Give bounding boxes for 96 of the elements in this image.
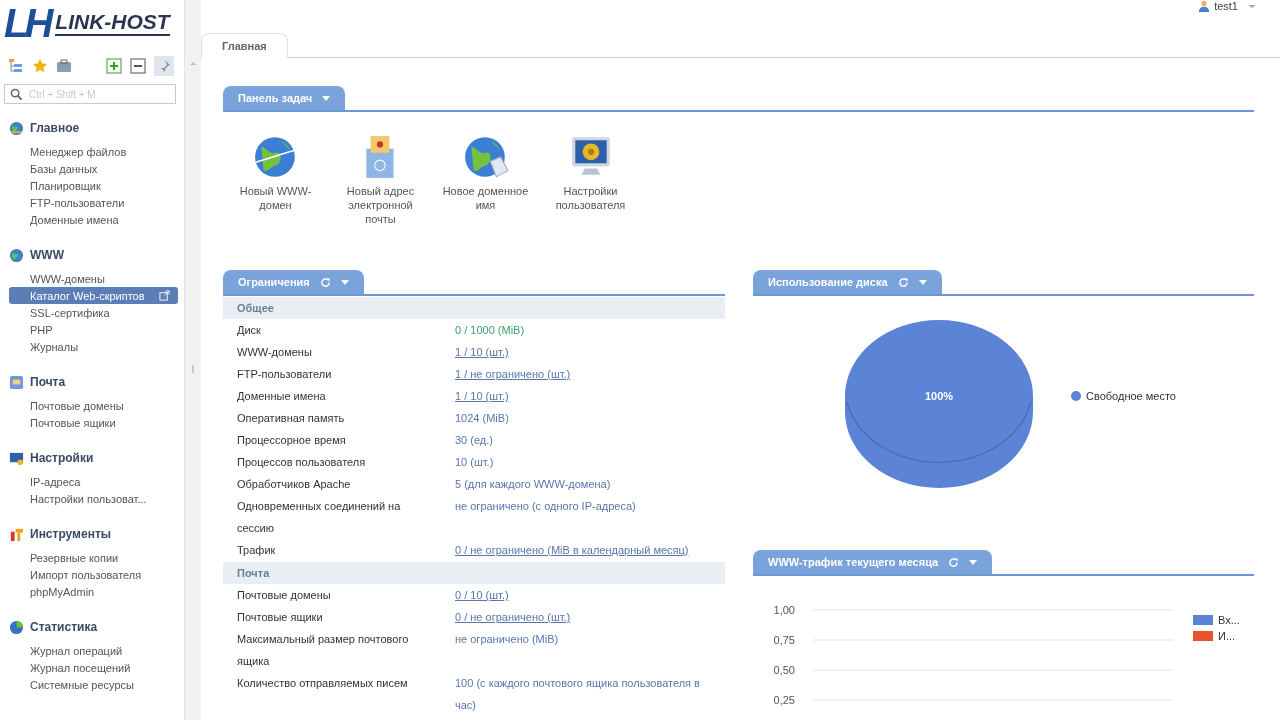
search-icon [10,88,23,101]
collapse-icon[interactable] [130,58,146,74]
limit-label: Оперативная память [237,411,346,426]
user-icon [1198,0,1211,12]
sidebar-item[interactable]: Базы данных [9,160,178,177]
limit-link[interactable]: 0 / 10 (шт.) [455,584,711,606]
globe-icon [9,120,24,136]
star-icon[interactable] [32,58,48,74]
limit-link[interactable]: 1 / 10 (шт.) [455,385,711,407]
y-tick-label: 0,50 [773,664,795,676]
sidebar-item[interactable]: PHP [9,321,178,338]
task-label[interactable]: Новый адрес электронной почты [336,184,425,226]
limit-label: Процессов пользователя [237,455,367,470]
limit-label: Доменные имена [237,389,327,404]
sidebar-item[interactable]: Планировщик [9,177,178,194]
section-header: Общее [223,297,725,319]
sidebar-item[interactable]: Журнал операций [9,642,178,659]
limit-label: FTP-пользователи [237,367,333,382]
refresh-icon[interactable] [948,556,960,568]
sidebar-item[interactable]: Почтовые домены [9,397,178,414]
sidebar-group-title[interactable]: Инструменты [30,527,112,541]
sidebar-group-title[interactable]: Почта [30,375,66,389]
y-tick-label: 1,00 [773,604,795,616]
expand-icon[interactable] [106,58,122,74]
y-tick-label: 0,75 [773,634,795,646]
limit-label: Процессорное время [237,433,347,448]
logo-text: LINK-HOST [55,10,170,36]
limit-label: Почтовые ящики [237,610,324,625]
mailbox-icon [9,374,24,390]
limit-value: 30 (ед.) [455,433,494,448]
tools-icon [9,526,24,542]
limit-value: 5 (для каждого WWW-домена) [455,477,612,492]
limit-link[interactable]: 1 / 10 (шт.) [455,341,711,363]
legend-label: Вх... [1218,614,1240,626]
logo-mark: LH [4,0,50,46]
limit-value: не ограничено (MiB) [455,632,560,647]
refresh-icon[interactable] [897,276,909,288]
sidebar-group-title[interactable]: Настройки [30,451,94,465]
section-header: Почта [223,562,725,584]
caret-icon [1248,4,1256,8]
limit-label: Трафик [237,543,277,558]
sidebar-item[interactable]: Журнал посещений [9,659,178,676]
sidebar-item[interactable]: phpMyAdmin [9,583,178,600]
sidebar-item[interactable]: Резервные копии [9,549,178,566]
sidebar-item[interactable]: Доменные имена [9,211,178,228]
limit-label: Количество отправляемых писем [237,676,409,691]
legend-label: Свободное место [1086,390,1176,402]
limit-label: Максимальный размер почтового ящика [237,632,410,669]
limit-link[interactable]: 1 / не ограничено (шт.) [455,363,711,385]
tree-icon[interactable] [8,58,24,74]
tab[interactable]: Главная [201,33,288,58]
sidebar-group-title[interactable]: Главное [30,121,80,135]
sidebar-item[interactable]: Импорт пользователя [9,566,178,583]
limit-value: 100 (с каждого почтового ящика пользователя в час) [455,676,701,713]
sidebar-item[interactable]: Почтовые ящики [9,414,178,431]
limit-value: 10 (шт.) [455,455,495,470]
limit-value: 1024 (MiB) [455,411,510,426]
briefcase-icon[interactable] [56,58,72,74]
y-tick-label: 0,25 [773,694,795,706]
refresh-icon[interactable] [319,276,331,288]
caret-icon [322,95,331,101]
user-menu[interactable]: test1 [1198,0,1256,12]
limit-label: Обработчиков Apache [237,477,352,492]
data-label: 100% [924,390,954,402]
sidebar-item[interactable]: Каталог Web-скриптов [9,287,178,304]
sidebar-item[interactable]: SSL-сертифика [9,304,178,321]
task-label[interactable]: Новое доменное имя [441,184,530,212]
task-label[interactable]: Новый WWW-домен [231,184,320,212]
caret-icon [969,559,978,565]
globe-tag-icon[interactable] [462,134,509,180]
task-label[interactable]: Настройки пользователя [546,184,635,212]
limit-label: Диск [237,323,262,338]
sidebar-group-title[interactable]: WWW [30,248,64,262]
external-link-icon[interactable] [159,290,170,301]
limit-label: WWW-домены [237,345,313,360]
caret-icon [340,279,349,285]
sidebar-item[interactable]: Настройки пользоват... [9,490,178,507]
sidebar-item[interactable]: Журналы [9,338,178,355]
scroll-up-icon[interactable] [190,62,196,65]
pie-icon [9,619,24,635]
limit-value: не ограничено (с одного IP-адреса) [455,499,637,514]
globe-icon [9,247,24,263]
sidebar-item[interactable]: WWW-домены [9,270,178,287]
sidebar-item[interactable]: IP-адреса [9,473,178,490]
caret-icon [918,279,927,285]
limit-link[interactable]: 0 / не ограничено (шт.) [455,606,711,628]
limit-label: Одновременных соединений на сессию [237,499,402,536]
legend-label: И... [1218,630,1236,642]
sidebar-group-title[interactable]: Статистика [30,620,98,634]
limit-link[interactable]: 0 / не ограничено (MiB в календарный месяц) [455,539,711,561]
limit-label: Почтовые домены [237,588,332,603]
monitor-icon [9,450,24,466]
limit-value: 0 / 1000 (MiB) [455,323,526,338]
sidebar-item[interactable]: Системные ресурсы [9,676,178,693]
sidebar-item[interactable]: Менеджер файлов [9,143,178,160]
sidebar-item[interactable]: FTP-пользователи [9,194,178,211]
